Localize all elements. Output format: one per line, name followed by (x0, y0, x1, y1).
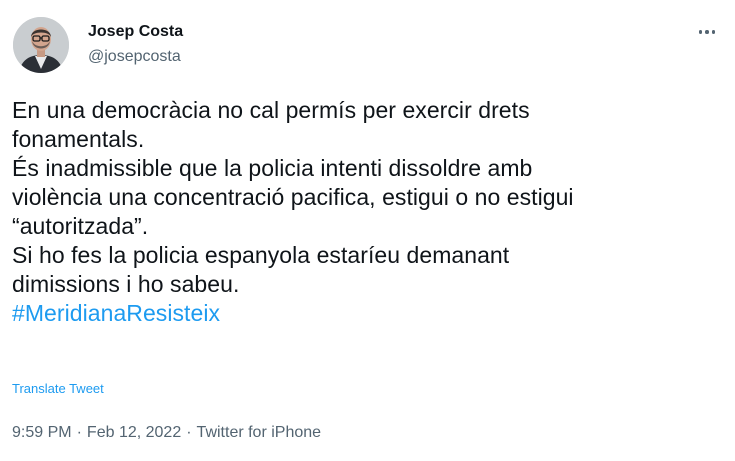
tweet-card: Josep Costa @josepcosta En una democràci… (0, 0, 735, 461)
tweet-text-line: violència una concentració pacifica, est… (12, 184, 574, 210)
tweet-date[interactable]: Feb 12, 2022 (87, 424, 181, 441)
tweet-time[interactable]: 9:59 PM (12, 424, 72, 441)
tweet-text-line: “autoritzada”. (12, 213, 149, 239)
more-horizontal-icon (698, 30, 703, 34)
separator: · (186, 424, 192, 441)
tweet-source[interactable]: Twitter for iPhone (197, 424, 322, 441)
tweet-text-line: És inadmissible que la policia intenti d… (12, 155, 533, 181)
more-horizontal-icon-dot (705, 30, 709, 34)
tweet-text-line: fonamentals. (12, 126, 145, 152)
translate-tweet-link[interactable]: Translate Tweet (12, 381, 104, 396)
tweet-text-line: dimissions i ho sabeu. (12, 271, 240, 297)
more-options-button[interactable] (690, 20, 724, 44)
profile-photo-icon (13, 17, 69, 73)
author-handle[interactable]: @josepcosta (88, 47, 181, 67)
tweet-text-line: Si ho fes la policia espanyola estaríeu … (12, 242, 510, 268)
author-display-name[interactable]: Josep Costa (88, 22, 183, 42)
more-horizontal-icon-dot (711, 30, 716, 34)
tweet-text: En una democràcia no cal permís per exer… (12, 96, 724, 328)
tweet-metadata: 9:59 PM · Feb 12, 2022 · Twitter for iPhone (12, 423, 321, 443)
hashtag-link[interactable]: #MeridianaResisteix (12, 300, 220, 326)
avatar[interactable] (13, 17, 69, 73)
tweet-text-line: En una democràcia no cal permís per exer… (12, 97, 530, 123)
separator: · (76, 424, 82, 441)
